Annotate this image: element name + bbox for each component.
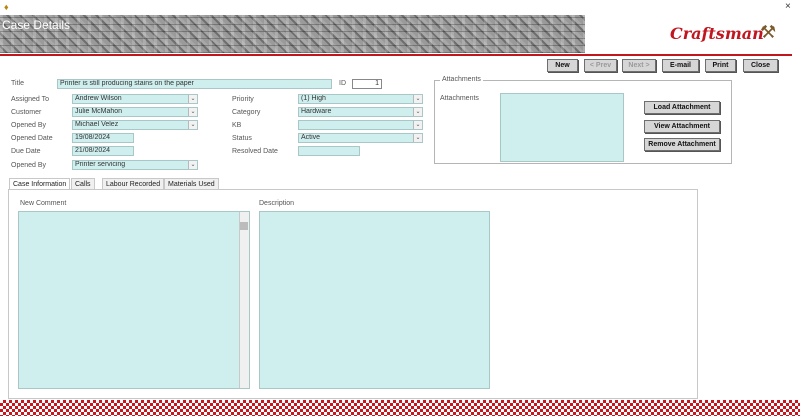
next-button[interactable]: Next > xyxy=(622,59,656,72)
resolved-date-label: Resolved Date xyxy=(232,148,278,155)
opened-by-category-value: Printer servicing xyxy=(75,161,126,168)
brand-logo: Craftsman xyxy=(670,24,764,43)
new-comment-label: New Comment xyxy=(20,200,67,207)
attachments-label: Attachments xyxy=(440,95,479,102)
header-stone-banner xyxy=(0,15,585,53)
assigned-to-combo[interactable]: Andrew Wilson ⌄ xyxy=(72,94,198,104)
title-field[interactable]: Printer is still producing stains on the… xyxy=(57,79,332,89)
kb-combo[interactable]: ⌄ xyxy=(298,120,423,130)
category-label: Category xyxy=(232,109,261,116)
id-field[interactable]: 1 xyxy=(352,79,382,89)
opened-date-label: Opened Date xyxy=(11,135,53,142)
description-textarea[interactable] xyxy=(259,211,490,389)
chevron-down-icon[interactable]: ⌄ xyxy=(413,108,422,116)
priority-label: Priority xyxy=(232,96,254,103)
footer-pattern xyxy=(0,400,800,416)
due-date-field[interactable]: 21/08/2024 xyxy=(72,146,134,156)
email-button[interactable]: E-mail xyxy=(662,59,699,72)
attachment-preview[interactable] xyxy=(500,93,624,162)
opened-by-value: Michael Velez xyxy=(75,121,119,128)
chevron-down-icon[interactable]: ⌄ xyxy=(188,161,197,169)
print-button[interactable]: Print xyxy=(705,59,736,72)
opened-by-category-label: Opened By xyxy=(11,162,47,169)
customer-value: Julie McMahon xyxy=(75,108,123,115)
assigned-to-label: Assigned To xyxy=(11,96,50,103)
prev-button[interactable]: < Prev xyxy=(584,59,617,72)
opened-by-combo[interactable]: Michael Velez ⌄ xyxy=(72,120,198,130)
load-attachment-button[interactable]: Load Attachment xyxy=(644,101,720,114)
comment-scrollbar-thumb[interactable] xyxy=(240,222,248,230)
attachments-legend: Attachments xyxy=(440,76,483,83)
category-value: Hardware xyxy=(301,108,332,115)
new-comment-textarea[interactable] xyxy=(18,211,250,389)
chevron-down-icon[interactable]: ⌄ xyxy=(188,95,197,103)
status-value: Active xyxy=(301,134,321,141)
id-label: ID xyxy=(339,80,346,87)
opened-by-label: Opened By xyxy=(11,122,47,129)
kb-label: KB xyxy=(232,122,242,129)
app-icon: ♦ xyxy=(4,2,9,12)
remove-attachment-button[interactable]: Remove Attachment xyxy=(644,138,720,151)
comment-scrollbar[interactable] xyxy=(239,212,249,388)
opened-by-category-combo[interactable]: Printer servicing ⌄ xyxy=(72,160,198,170)
assigned-to-value: Andrew Wilson xyxy=(75,95,122,102)
title-label: Title xyxy=(11,80,24,87)
close-button[interactable]: Close xyxy=(743,59,778,72)
chevron-down-icon[interactable]: ⌄ xyxy=(413,121,422,129)
chevron-down-icon[interactable]: ⌄ xyxy=(188,121,197,129)
status-combo[interactable]: Active ⌄ xyxy=(298,133,423,143)
due-date-label: Due Date xyxy=(11,148,41,155)
priority-combo[interactable]: (1) High ⌄ xyxy=(298,94,423,104)
customer-combo[interactable]: Julie McMahon ⌄ xyxy=(72,107,198,117)
opened-date-field[interactable]: 19/08/2024 xyxy=(72,133,134,143)
description-label: Description xyxy=(259,200,295,207)
craftsman-tools-icon: ⚒ xyxy=(760,22,777,42)
header-divider xyxy=(0,54,792,56)
view-attachment-button[interactable]: View Attachment xyxy=(644,120,720,133)
close-window-icon[interactable]: × xyxy=(785,1,791,12)
priority-value: (1) High xyxy=(301,95,326,102)
new-button[interactable]: New xyxy=(547,59,578,72)
window-titlebar xyxy=(0,0,800,15)
resolved-date-field[interactable] xyxy=(298,146,360,156)
chevron-down-icon[interactable]: ⌄ xyxy=(413,134,422,142)
status-label: Status xyxy=(232,135,252,142)
customer-label: Customer xyxy=(11,109,42,116)
chevron-down-icon[interactable]: ⌄ xyxy=(413,95,422,103)
category-combo[interactable]: Hardware ⌄ xyxy=(298,107,423,117)
page-title: Case Details xyxy=(2,18,71,32)
chevron-down-icon[interactable]: ⌄ xyxy=(188,108,197,116)
